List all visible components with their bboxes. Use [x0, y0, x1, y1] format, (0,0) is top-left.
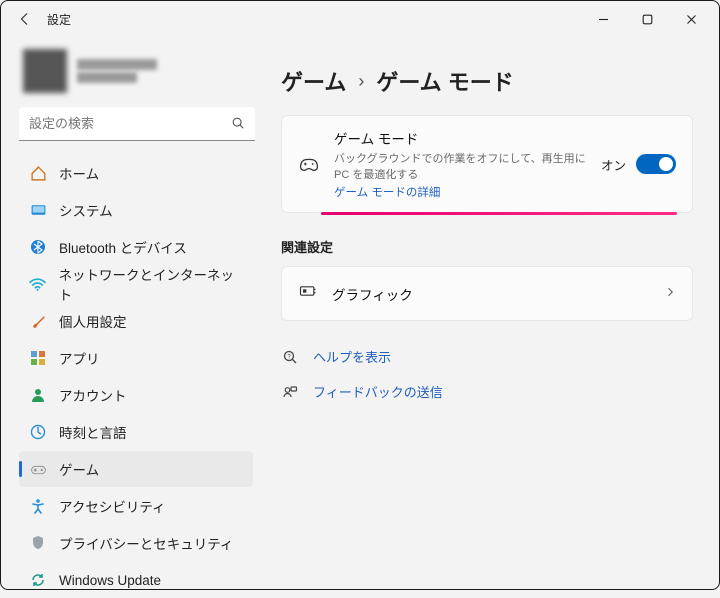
- game-mode-toggle[interactable]: [636, 154, 676, 174]
- brush-icon: [29, 312, 47, 330]
- avatar: [23, 49, 67, 93]
- help-link[interactable]: ? ヘルプを表示: [281, 347, 693, 366]
- game-mode-icon: [298, 153, 320, 175]
- sidebar-item-bluetooth[interactable]: Bluetooth とデバイス: [19, 229, 253, 265]
- minimize-button[interactable]: [581, 4, 625, 34]
- sidebar-item-label: アクセシビリティ: [59, 496, 166, 516]
- sidebar-item-apps[interactable]: アプリ: [19, 340, 253, 376]
- titlebar: 設定: [1, 1, 719, 37]
- help-label: ヘルプを表示: [313, 347, 391, 366]
- highlight-underline: [321, 212, 677, 215]
- person-icon: [29, 386, 47, 404]
- chevron-right-icon: ›: [358, 71, 364, 92]
- sidebar-item-network[interactable]: ネットワークとインターネット: [19, 266, 253, 302]
- search-wrap: [19, 107, 255, 141]
- apps-icon: [29, 349, 47, 367]
- sidebar-item-label: プライバシーとセキュリティ: [59, 533, 233, 553]
- close-button[interactable]: [669, 4, 713, 34]
- sidebar-item-label: アカウント: [59, 385, 127, 405]
- sidebar-item-privacy[interactable]: プライバシーとセキュリティ: [19, 525, 253, 561]
- wifi-icon: [29, 275, 47, 293]
- sidebar-item-home[interactable]: ホーム: [19, 155, 253, 191]
- feedback-label: フィードバックの送信: [313, 382, 443, 401]
- sidebar-item-label: 時刻と言語: [59, 422, 127, 442]
- game-mode-title: ゲーム モード: [334, 128, 587, 148]
- feedback-link[interactable]: フィードバックの送信: [281, 382, 693, 401]
- sidebar-item-accessibility[interactable]: アクセシビリティ: [19, 488, 253, 524]
- maximize-button[interactable]: [625, 4, 669, 34]
- sidebar-item-label: システム: [59, 200, 113, 220]
- sidebar-item-accounts[interactable]: アカウント: [19, 377, 253, 413]
- sidebar-item-gaming[interactable]: ゲーム: [19, 451, 253, 487]
- search-icon: [231, 116, 245, 135]
- sidebar-item-time-language[interactable]: 時刻と言語: [19, 414, 253, 450]
- help-icon: ?: [281, 348, 299, 366]
- window-title: 設定: [47, 11, 71, 28]
- search-input[interactable]: [19, 107, 255, 141]
- sidebar: ホーム システム Bluetooth とデバイス ネットワークとインターネット …: [1, 37, 265, 589]
- sidebar-item-label: Windows Update: [59, 573, 161, 588]
- bluetooth-icon: [29, 238, 47, 256]
- breadcrumb-parent[interactable]: ゲーム: [281, 65, 346, 97]
- sidebar-item-system[interactable]: システム: [19, 192, 253, 228]
- breadcrumb-current: ゲーム モード: [376, 65, 513, 97]
- system-icon: [29, 201, 47, 219]
- main-content: ゲーム › ゲーム モード ゲーム モード バックグラウンドでの作業をオフにして…: [265, 37, 719, 589]
- nav-list: ホーム システム Bluetooth とデバイス ネットワークとインターネット …: [19, 155, 259, 598]
- sidebar-item-label: 個人用設定: [59, 311, 127, 331]
- home-icon: [29, 164, 47, 182]
- chevron-right-icon: [664, 285, 676, 303]
- related-settings-label: 関連設定: [281, 237, 693, 256]
- graphics-row[interactable]: グラフィック: [281, 266, 693, 321]
- toggle-state-label: オン: [601, 155, 626, 174]
- game-mode-details-link[interactable]: ゲーム モードの詳細: [334, 184, 587, 200]
- game-mode-card: ゲーム モード バックグラウンドでの作業をオフにして、再生用に PC を最適化す…: [281, 115, 693, 213]
- profile-block[interactable]: [19, 43, 259, 107]
- sidebar-item-windows-update[interactable]: Windows Update: [19, 562, 253, 598]
- back-button[interactable]: [13, 7, 37, 31]
- graphics-label: グラフィック: [332, 284, 650, 304]
- profile-text: [77, 59, 157, 83]
- sidebar-item-label: ネットワークとインターネット: [59, 264, 243, 304]
- shield-icon: [29, 534, 47, 552]
- game-mode-desc: バックグラウンドでの作業をオフにして、再生用に PC を最適化する: [334, 150, 587, 182]
- sidebar-item-label: ホーム: [59, 163, 99, 183]
- globe-clock-icon: [29, 423, 47, 441]
- feedback-icon: [281, 383, 299, 401]
- sidebar-item-label: ゲーム: [59, 459, 99, 479]
- sidebar-item-label: アプリ: [59, 348, 100, 368]
- sidebar-item-label: Bluetooth とデバイス: [59, 237, 187, 257]
- breadcrumb: ゲーム › ゲーム モード: [281, 65, 693, 97]
- accessibility-icon: [29, 497, 47, 515]
- gamepad-icon: [29, 460, 47, 478]
- sidebar-item-personalization[interactable]: 個人用設定: [19, 303, 253, 339]
- update-icon: [29, 571, 47, 589]
- graphics-icon: [298, 281, 318, 306]
